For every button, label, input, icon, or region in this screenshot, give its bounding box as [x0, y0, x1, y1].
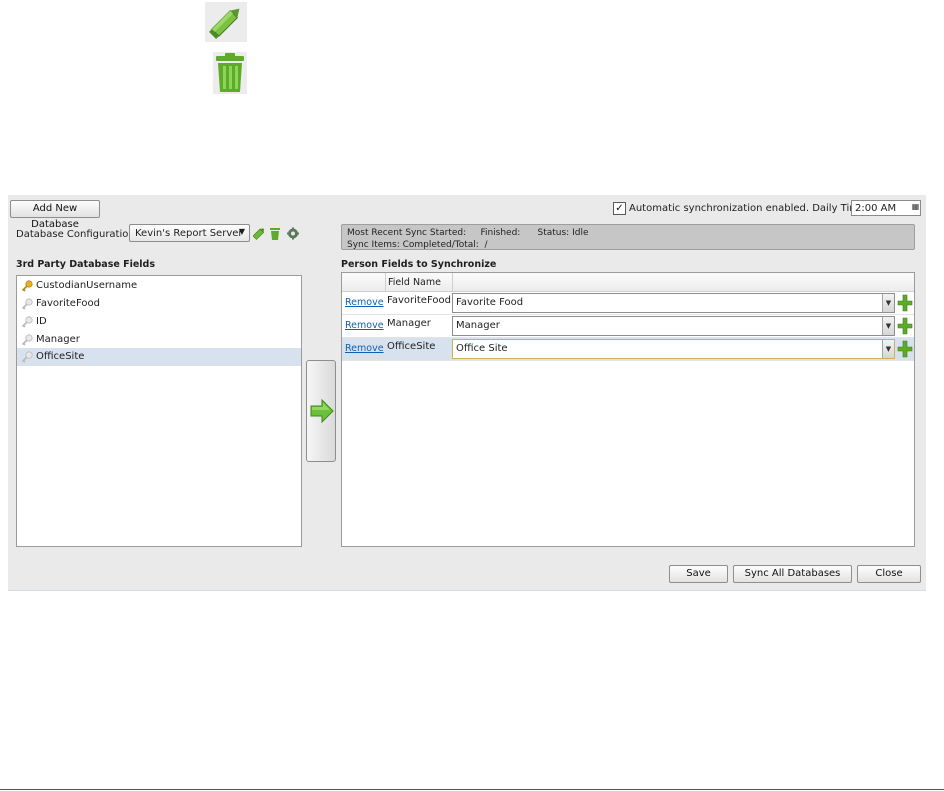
pencil-icon: [205, 2, 247, 42]
table-header: Field Name: [342, 273, 914, 292]
person-field-value: Manager: [456, 320, 500, 331]
remove-link[interactable]: Remove: [345, 343, 384, 354]
table-row: Remove FavoriteFood Favorite Food ▼: [342, 292, 914, 315]
field-name: FavoriteFood: [387, 295, 451, 306]
database-configuration-label: Database Configuration:: [16, 229, 139, 240]
list-item[interactable]: FavoriteFood: [17, 295, 301, 313]
chevron-down-icon: ▼: [238, 227, 245, 236]
field-name: Manager: [387, 318, 431, 329]
remove-link[interactable]: Remove: [345, 320, 384, 331]
gear-icon[interactable]: [287, 227, 299, 240]
key-icon: [21, 351, 33, 363]
auto-sync-label: Automatic synchronization enabled. Daily…: [629, 203, 869, 214]
field-name: CustodianUsername: [36, 280, 138, 291]
sync-status-panel: Most Recent Sync Started: Finished: Stat…: [341, 224, 915, 250]
column-divider: [452, 273, 453, 291]
move-field-button[interactable]: [306, 360, 336, 462]
time-picker-button[interactable]: ▦: [911, 201, 920, 213]
auto-sync-checkbox[interactable]: ✓: [613, 202, 626, 215]
person-field-value: Office Site: [456, 343, 508, 354]
person-fields-table: Field Name Remove FavoriteFood Favorite …: [341, 272, 915, 547]
list-item[interactable]: Manager: [17, 331, 301, 349]
sync-all-databases-button[interactable]: Sync All Databases: [733, 565, 852, 583]
third-party-fields-list[interactable]: CustodianUsername FavoriteFood ID Manage…: [16, 275, 302, 547]
table-row: Remove OfficeSite Office Site ▼: [342, 338, 914, 361]
delete-trash-icon[interactable]: [269, 227, 281, 240]
list-item[interactable]: CustodianUsername: [17, 277, 301, 295]
key-icon: [21, 334, 33, 346]
close-button[interactable]: Close: [857, 565, 921, 583]
person-field-value: Favorite Food: [456, 297, 524, 308]
chevron-down-icon[interactable]: ▼: [882, 317, 894, 335]
table-row: Remove Manager Manager ▼: [342, 315, 914, 338]
field-name: OfficeSite: [36, 351, 85, 362]
sync-status-line-2: Sync Items: Completed/Total: /: [347, 240, 488, 250]
plus-icon[interactable]: [897, 317, 913, 335]
key-icon: [21, 316, 33, 328]
field-name: Manager: [36, 334, 80, 345]
auto-sync-row: ✓ Automatic synchronization enabled. Dai…: [613, 199, 923, 219]
third-party-fields-title: 3rd Party Database Fields: [16, 259, 156, 270]
plus-icon[interactable]: [897, 340, 913, 358]
field-name: OfficeSite: [387, 341, 436, 352]
plus-icon[interactable]: [897, 294, 913, 312]
edit-pencil-icon[interactable]: [253, 227, 265, 240]
sync-dialog: Add New Database ✓ Automatic synchroniza…: [8, 195, 926, 591]
person-field-combo[interactable]: Office Site ▼: [452, 339, 895, 359]
field-name: ID: [36, 316, 47, 327]
list-item[interactable]: ID: [17, 313, 301, 331]
column-divider: [385, 273, 386, 291]
remove-link[interactable]: Remove: [345, 297, 384, 308]
list-item[interactable]: OfficeSite: [17, 348, 301, 366]
person-fields-title: Person Fields to Synchronize: [341, 259, 497, 270]
person-field-combo[interactable]: Favorite Food ▼: [452, 293, 895, 313]
add-new-database-button[interactable]: Add New Database: [10, 200, 100, 230]
arrow-right-icon: [310, 398, 334, 424]
key-icon: [21, 280, 33, 292]
save-button[interactable]: Save: [669, 565, 728, 583]
field-name-column-header: Field Name: [388, 277, 441, 288]
chevron-down-icon[interactable]: ▼: [882, 294, 894, 312]
chevron-down-icon[interactable]: ▼: [882, 340, 894, 358]
trash-icon: [213, 52, 247, 94]
database-configuration-value: Kevin's Report Server: [135, 228, 243, 239]
sync-status-line-1: Most Recent Sync Started: Finished: Stat…: [347, 228, 589, 238]
field-name: FavoriteFood: [36, 298, 100, 309]
person-field-combo[interactable]: Manager ▼: [452, 316, 895, 336]
divider: [0, 789, 944, 790]
key-icon: [21, 298, 33, 310]
database-configuration-select[interactable]: Kevin's Report Server ▼: [129, 224, 250, 242]
